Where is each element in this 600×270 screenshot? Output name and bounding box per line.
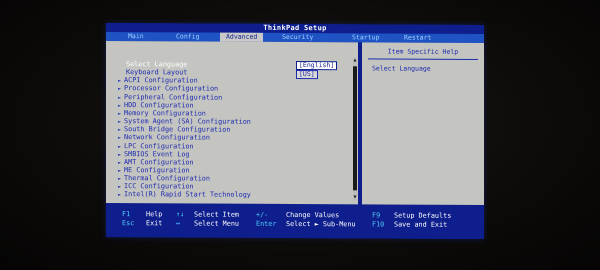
key-label: +/- [256, 210, 269, 219]
language-value[interactable]: [English] [296, 61, 338, 71]
scroll-thumb[interactable] [353, 66, 357, 191]
tab-security[interactable]: Security [282, 33, 313, 42]
keyboard-layout-value[interactable]: [US] [296, 70, 318, 80]
menu-item-label: AMT Configuration [124, 157, 194, 167]
scrollbar[interactable]: ▲ ▼ [353, 57, 357, 201]
key-description: Setup Defaults [394, 211, 452, 220]
tab-startup[interactable]: Startup [352, 33, 379, 42]
help-text: Select Language [372, 64, 431, 73]
bios-screen: ThinkPad Setup Main Config Advanced Secu… [106, 23, 484, 239]
menu-item[interactable]: Keyboard Layout [126, 68, 187, 76]
menu-item[interactable]: ► Intel(R) Rapid Start Technology [118, 190, 251, 200]
key-description: Change Values [286, 210, 340, 220]
function-key: F9 Setup Defaults [372, 211, 451, 220]
function-key: F1 Help [122, 210, 162, 219]
key-description: Select Item [194, 210, 240, 219]
menu-item-label: ME Configuration [124, 166, 190, 175]
menu-item-label: SMBIOS Event Log [124, 149, 190, 159]
key-description: Select ► Sub-Menu [286, 219, 356, 229]
key-label: F10 [372, 220, 385, 229]
menu-item-label: Thermal Configuration [124, 174, 210, 183]
key-description: Save and Exit [394, 220, 448, 229]
function-key: ↑↓ Select Item [176, 210, 239, 219]
function-key: Esc Exit [122, 219, 162, 228]
function-key: ↔ Select Menu [176, 219, 239, 228]
menu-item-label: Processor Configuration [124, 84, 219, 94]
help-title: Item Specific Help [387, 47, 459, 56]
key-description: Select Menu [194, 219, 240, 228]
menu-item[interactable]: Select Language [126, 60, 187, 68]
help-panel: Item Specific Help Select Language [362, 42, 484, 205]
menu-item-label: Peripheral Configuration [124, 92, 223, 102]
key-description: Help [146, 210, 163, 219]
key-legend: F1 Help ↑↓ Select Item +/- Change Values F9 Set… [106, 207, 484, 239]
function-key: F10 Save and Exit [372, 220, 447, 229]
menu-item-label: Network Configuration [124, 133, 210, 142]
settings-list: Select Language Keyboard Layout ► ACPI Con… [106, 41, 358, 199]
key-label: Esc [122, 219, 135, 228]
menu-item-label: ACPI Configuration [124, 76, 198, 85]
menu-item-label: LPC Configuration [124, 141, 194, 150]
tab-main[interactable]: Main [128, 32, 144, 41]
tab-config[interactable]: Config [176, 32, 199, 41]
key-label: Enter [256, 219, 277, 228]
menu-item-label: Select Language [126, 60, 188, 69]
menu-item-label: Intel(R) Rapid Start Technology [124, 190, 251, 200]
key-label: ↔ [176, 219, 181, 228]
menu-item-label: HDD Configuration [124, 100, 194, 110]
key-label: F9 [372, 211, 381, 220]
function-key: Enter Select ► Sub-Menu [256, 219, 356, 229]
menu-item-label: ICC Configuration [124, 182, 194, 191]
key-label: ↑↓ [176, 210, 185, 219]
menu-item-label: Memory Configuration [124, 108, 206, 118]
menu-item-label: Keyboard Layout [126, 68, 188, 77]
key-description: Exit [146, 219, 163, 228]
settings-panel: Select Language Keyboard Layout ► ACPI Con… [106, 41, 358, 205]
function-key: +/- Change Values [256, 210, 339, 219]
monitor-bezel: ThinkPad Setup Main Config Advanced Secu… [0, 0, 600, 270]
tab-advanced[interactable]: Advanced [220, 32, 264, 42]
tab-restart[interactable]: Restart [404, 34, 431, 43]
key-label: F1 [122, 210, 131, 219]
help-divider [368, 58, 478, 60]
